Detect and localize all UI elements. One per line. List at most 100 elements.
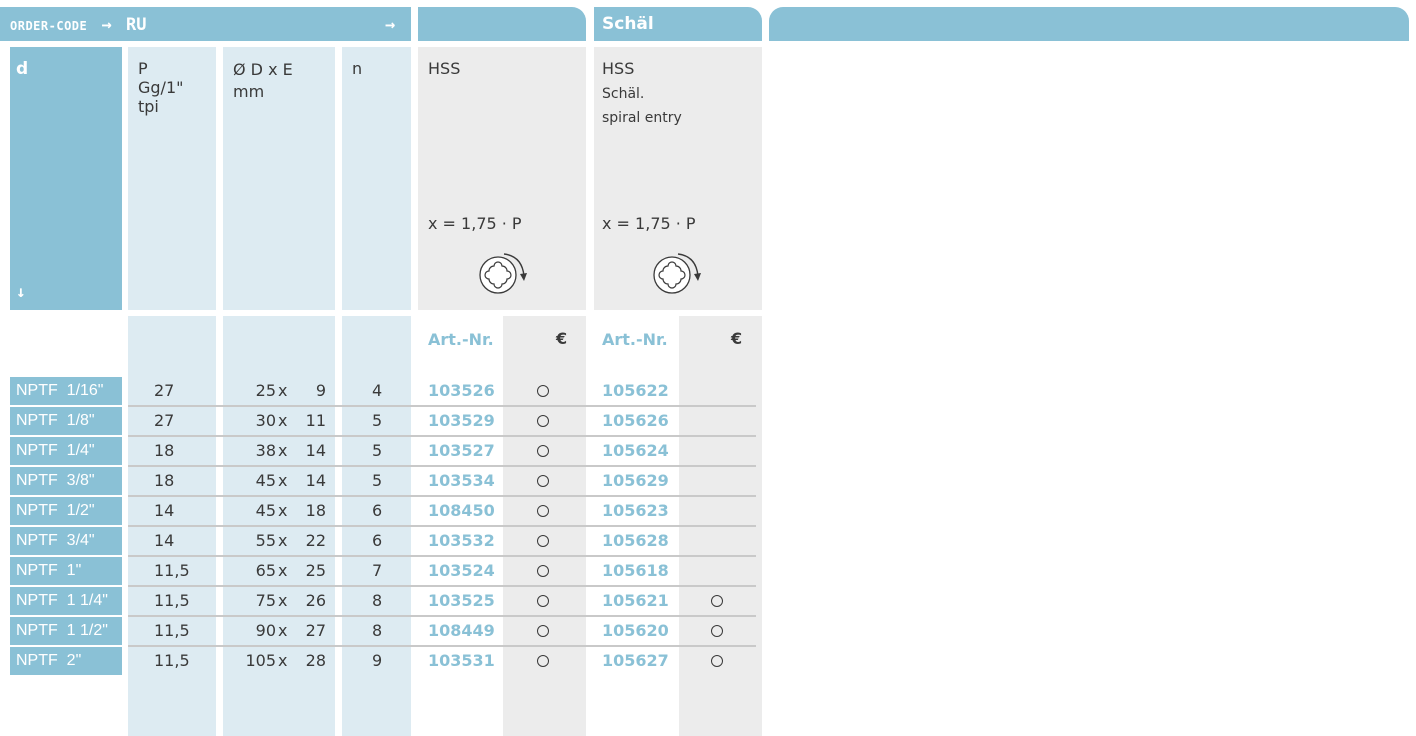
row-pitch: 11,5 — [154, 591, 190, 610]
die-rotation-icon — [653, 253, 701, 294]
row-thread-label: NPTF 3/8" — [10, 467, 122, 495]
row-art-nr-2[interactable]: 105618 — [602, 557, 669, 585]
row-thickness: 18 — [305, 501, 326, 520]
row-pitch: 14 — [154, 501, 175, 520]
row-pitch: 11,5 — [154, 651, 190, 670]
row-dim-separator: x — [278, 531, 288, 550]
row-art-nr-1[interactable]: 108449 — [428, 617, 495, 645]
row-thickness: 14 — [305, 441, 326, 460]
order-arrow-icon: → — [101, 15, 112, 35]
row-art-nr-2[interactable]: 105621 — [602, 587, 669, 615]
art-nr-label-1: Art.-Nr. — [428, 330, 494, 349]
hss2-header: HSS — [602, 59, 635, 78]
extra-header-bar — [769, 7, 1409, 41]
row-diameter: 105 — [245, 651, 276, 670]
row-art-nr-2[interactable]: 105623 — [602, 497, 669, 525]
euro-label-1: € — [556, 329, 568, 348]
row-dim-separator: x — [278, 591, 288, 610]
d-label: d — [16, 59, 29, 79]
row-thread-label: NPTF 1/4" — [10, 437, 122, 465]
row-n: 6 — [372, 531, 383, 550]
row-art-nr-2[interactable]: 105624 — [602, 437, 669, 465]
row-art-nr-1[interactable]: 103529 — [428, 407, 495, 435]
availability-circle-icon — [537, 445, 549, 457]
row-dim-separator: x — [278, 381, 288, 400]
art-nr-label-2: Art.-Nr. — [602, 330, 668, 349]
row-thread-label: NPTF 1 1/4" — [10, 587, 122, 615]
formula-hss1: x = 1,75 · P — [428, 214, 522, 233]
row-thread-label: NPTF 1 1/2" — [10, 617, 122, 645]
row-diameter: 45 — [255, 501, 276, 520]
row-dim-separator: x — [278, 651, 288, 670]
row-n: 9 — [372, 651, 383, 670]
hss2-subtitle: Schäl. spiral entry — [602, 86, 682, 126]
availability-circle-icon — [711, 625, 723, 637]
hss-header-bar — [418, 7, 586, 41]
availability-circle-icon — [711, 595, 723, 607]
row-n: 5 — [372, 441, 383, 460]
row-art-nr-1[interactable]: 103532 — [428, 527, 495, 555]
row-art-nr-1[interactable]: 103527 — [428, 437, 495, 465]
row-art-nr-1[interactable]: 103534 — [428, 467, 495, 495]
row-dim-separator: x — [278, 621, 288, 640]
row-diameter: 38 — [255, 441, 276, 460]
availability-circle-icon — [537, 505, 549, 517]
row-dim-separator: x — [278, 561, 288, 580]
row-diameter: 55 — [255, 531, 276, 550]
row-diameter: 75 — [255, 591, 276, 610]
row-art-nr-1[interactable]: 103525 — [428, 587, 495, 615]
row-art-nr-1[interactable]: 108450 — [428, 497, 495, 525]
row-thread-label: NPTF 1/16" — [10, 377, 122, 405]
row-n: 8 — [372, 621, 383, 640]
n-column-bg — [342, 47, 411, 310]
row-n: 5 — [372, 471, 383, 490]
availability-circle-icon — [537, 475, 549, 487]
row-pitch: 14 — [154, 531, 175, 550]
n-header: n — [352, 59, 363, 78]
availability-circle-icon — [537, 415, 549, 427]
row-pitch: 18 — [154, 471, 175, 490]
row-thickness: 26 — [305, 591, 326, 610]
row-thickness: 11 — [305, 411, 326, 430]
row-art-nr-1[interactable]: 103526 — [428, 377, 495, 405]
row-diameter: 30 — [255, 411, 276, 430]
row-art-nr-2[interactable]: 105626 — [602, 407, 669, 435]
row-diameter: 25 — [255, 381, 276, 400]
row-art-nr-2[interactable]: 105620 — [602, 617, 669, 645]
row-art-nr-2[interactable]: 105629 — [602, 467, 669, 495]
row-thread-label: NPTF 2" — [10, 647, 122, 675]
row-thickness: 27 — [305, 621, 326, 640]
row-diameter: 65 — [255, 561, 276, 580]
euro-label-2: € — [731, 329, 743, 348]
availability-circle-icon — [537, 595, 549, 607]
availability-circle-icon — [537, 625, 549, 637]
row-pitch: 11,5 — [154, 621, 190, 640]
order-code-value: RU — [126, 15, 147, 35]
row-dim-separator: x — [278, 411, 288, 430]
row-n: 7 — [372, 561, 383, 580]
availability-circle-icon — [537, 655, 549, 667]
row-art-nr-2[interactable]: 105622 — [602, 377, 669, 405]
row-art-nr-1[interactable]: 103524 — [428, 557, 495, 585]
row-dim-separator: x — [278, 501, 288, 520]
row-thread-label: NPTF 1/8" — [10, 407, 122, 435]
row-thickness: 22 — [305, 531, 326, 550]
row-thickness: 9 — [315, 381, 326, 400]
row-art-nr-1[interactable]: 103531 — [428, 647, 495, 675]
row-dim-separator: x — [278, 441, 288, 460]
row-thickness: 28 — [305, 651, 326, 670]
row-thread-label: NPTF 1/2" — [10, 497, 122, 525]
schael-title: Schäl — [602, 14, 654, 34]
row-art-nr-2[interactable]: 105628 — [602, 527, 669, 555]
next-arrow-icon: → — [385, 15, 396, 35]
down-arrow-icon: ↓ — [16, 282, 26, 301]
order-code-label: ORDER-CODE → RU — [10, 15, 147, 35]
row-thread-label: NPTF 3/4" — [10, 527, 122, 555]
d-column-header — [10, 47, 122, 310]
row-thread-label: NPTF 1" — [10, 557, 122, 585]
die-rotation-icon — [479, 253, 527, 294]
row-n: 4 — [372, 381, 383, 400]
row-pitch: 18 — [154, 441, 175, 460]
row-art-nr-2[interactable]: 105627 — [602, 647, 669, 675]
row-pitch: 27 — [154, 411, 175, 430]
